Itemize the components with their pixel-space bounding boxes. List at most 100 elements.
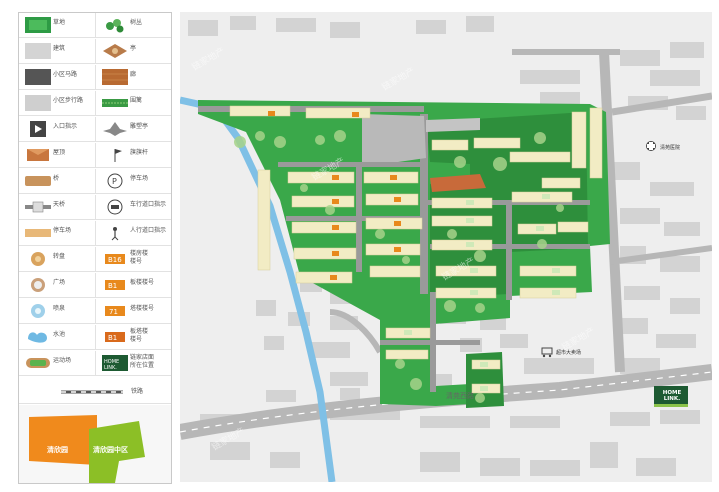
- location-inset: 清欣园 清欣园中区: [19, 405, 171, 483]
- legend-item: 建筑: [19, 39, 95, 63]
- legend-item: 树丛: [95, 13, 172, 37]
- legend-item: 围篱: [95, 91, 172, 115]
- fountain-icon: [31, 304, 45, 318]
- sports-field-icon: [26, 358, 50, 368]
- pedestrian-gate-icon: [111, 227, 119, 241]
- legend-item-label: 塔楼楼号: [130, 305, 155, 312]
- legend-railway-label: 铁路: [131, 388, 144, 395]
- homelink-icon: HOMELINK.: [102, 355, 128, 371]
- supermarket-label: 超市大卖场: [556, 349, 581, 356]
- water-icon: [28, 332, 47, 343]
- parking-lot-swatch: [25, 229, 51, 237]
- roof-icon: [27, 149, 49, 161]
- legend-item: 71 塔楼楼号: [95, 299, 172, 323]
- overpass-icon: [25, 201, 51, 213]
- legend-item-label: 廊: [130, 71, 137, 78]
- hedge-swatch: [102, 99, 128, 107]
- legend-row: 转盘 B16 楼房楼 楼号: [19, 247, 171, 272]
- legend-row: 运动场 HOME LINK. 链家店面 所在位置: [19, 351, 171, 376]
- legend-item-label: 楼房楼 楼号: [130, 250, 149, 265]
- legend-item-label: 车行道口指示: [130, 201, 167, 208]
- legend-row: 喷泉 71 塔楼楼号: [19, 299, 171, 324]
- legend-item-label: 围篱: [130, 97, 143, 104]
- legend-row: 水池 B1 板塔楼 楼号: [19, 325, 171, 350]
- legend-row: 停车场 人行道口指示: [19, 221, 171, 246]
- legend-item-label: 小区马路: [53, 71, 78, 78]
- legend-item-label: 雕塑亭: [130, 123, 149, 130]
- legend-item-label: 入口指示: [53, 123, 78, 130]
- paved-road-swatch: [25, 95, 51, 111]
- legend-item: B16 楼房楼 楼号: [95, 247, 172, 271]
- map-canvas: 清苑医院 超市大卖场 清苑西路: [180, 16, 712, 482]
- square-circle-icon: [31, 278, 45, 292]
- svg-text:P: P: [112, 177, 117, 186]
- legend-item-label: 旗旗杆: [130, 149, 149, 156]
- svg-text:B16: B16: [108, 256, 122, 264]
- building-tag-orange-icon: B16: [105, 254, 125, 264]
- legend-item: 小区马路: [19, 65, 95, 89]
- legend-row: 入口指示 雕塑亭: [19, 117, 171, 142]
- legend-item-label: 广场: [53, 279, 66, 286]
- legend-row: 天桥 车行道口指示: [19, 195, 171, 220]
- legend-item: 旗旗杆: [95, 143, 172, 167]
- svg-text:B1: B1: [108, 282, 117, 290]
- inset-left-label: 清欣园: [47, 446, 68, 454]
- vehicle-gate-icon: [107, 199, 123, 215]
- legend-item: 转盘: [19, 247, 95, 271]
- parking-icon: P: [107, 173, 123, 189]
- legend-item-label: 停车场: [53, 227, 72, 234]
- wood-deck-swatch: [102, 69, 128, 85]
- legend-item-label: 树丛: [130, 19, 143, 26]
- legend-item-label: 停车场: [130, 175, 149, 182]
- homelink-marker-label: HOME LINK.: [662, 390, 682, 402]
- site-map[interactable]: 清苑医院 超市大卖场 清苑西路 HOME LINK. 链家地产 链家地产 链家地…: [180, 12, 712, 482]
- main-road-swatch: [25, 69, 51, 85]
- sculpture-icon: [103, 122, 127, 136]
- legend-item-label: 水池: [53, 331, 66, 338]
- map-legend: 草地 树丛 建筑亭小区马路廊小区步行路 围篱 入口指示 雕塑亭 屋顶 旗旗杆桥 P 停车场 天桥 车行…: [18, 12, 172, 484]
- legend-item: B1 板塔楼 楼号: [95, 325, 172, 349]
- legend-item-label: 桥: [53, 175, 60, 182]
- legend-item: 水池: [19, 325, 95, 349]
- legend-item: 人行道口指示: [95, 221, 172, 245]
- legend-row: 建筑 亭: [19, 39, 171, 64]
- south-road-label: 清苑西路: [446, 391, 474, 400]
- legend-item: 天桥: [19, 195, 95, 219]
- grass-swatch: [25, 17, 51, 33]
- legend-item-label: 小区步行路: [53, 97, 84, 104]
- supermarket-cart-icon: [541, 347, 553, 358]
- hospital-label: 清苑医院: [660, 144, 680, 151]
- flagpole-icon: [114, 149, 122, 162]
- legend-item-label: 亭: [130, 45, 137, 52]
- legend-item: 停车场: [19, 221, 95, 245]
- tag-b1-icon: B1: [105, 280, 125, 290]
- shrub-icon: [106, 19, 124, 33]
- legend-item: 亭: [95, 39, 172, 63]
- legend-item-label: 链家店面 所在位置: [130, 354, 155, 369]
- svg-text:71: 71: [109, 308, 118, 316]
- tag-b1b-icon: B1: [105, 332, 125, 342]
- legend-row: 小区马路 廊: [19, 65, 171, 90]
- legend-item: 雕塑亭: [95, 117, 172, 141]
- legend-item-label: 草地: [53, 19, 66, 26]
- bridge-swatch: [25, 176, 51, 186]
- legend-row: 屋顶 旗旗杆: [19, 143, 171, 168]
- legend-item-label: 天桥: [53, 201, 66, 208]
- legend-item-label: 转盘: [53, 253, 66, 260]
- pavilion-icon: [103, 44, 127, 58]
- legend-item: 廊: [95, 65, 172, 89]
- svg-text:B1: B1: [108, 334, 117, 342]
- legend-item-label: 建筑: [53, 45, 66, 52]
- legend-item-label: 运动场: [53, 357, 72, 364]
- legend-item-label: 人行道口指示: [130, 227, 167, 234]
- legend-item: 广场: [19, 273, 95, 297]
- inset-right-label: 清欣园中区: [93, 446, 128, 454]
- legend-row: 小区步行路 围篱: [19, 91, 171, 116]
- legend-railway-row: 铁路: [19, 381, 171, 404]
- building-swatch: [25, 43, 51, 59]
- legend-item: 车行道口指示: [95, 195, 172, 219]
- legend-item-label: 喷泉: [53, 305, 66, 312]
- legend-item: 小区步行路: [19, 91, 95, 115]
- railway-swatch: [61, 390, 123, 394]
- legend-item: HOME LINK. 链家店面 所在位置: [95, 351, 172, 375]
